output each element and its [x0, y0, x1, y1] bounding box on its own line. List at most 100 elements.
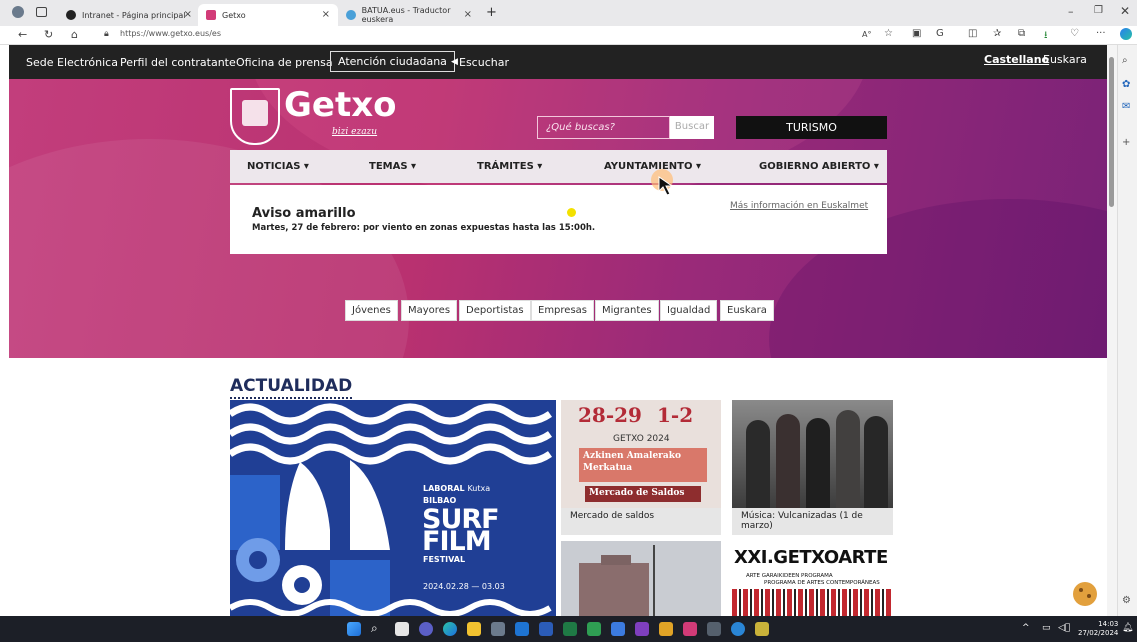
extension-icon[interactable]: ▣	[912, 28, 921, 39]
word-icon[interactable]	[539, 622, 553, 636]
audience-chip-jovenes[interactable]: Jóvenes	[345, 300, 398, 321]
euskalmet-link[interactable]: Más información en Euskalmet	[730, 201, 868, 211]
new-tab-icon[interactable]: +	[486, 5, 497, 20]
audience-chip-mayores[interactable]: Mayores	[401, 300, 458, 321]
page-scrollbar[interactable]	[1107, 45, 1117, 616]
nav-label: NOTICIAS	[247, 161, 301, 172]
collections-icon[interactable]: ⧉	[1018, 28, 1025, 39]
tab-batua[interactable]: BATUA.eus - Traductor euskera ×	[338, 4, 480, 26]
nav-tramites[interactable]: TRÁMITES ▾	[477, 161, 542, 172]
task-view-icon[interactable]	[395, 622, 409, 636]
refresh-icon[interactable]: ↻	[44, 28, 53, 41]
app-icon[interactable]	[755, 622, 769, 636]
app-icon[interactable]	[707, 622, 721, 636]
intranet-favicon	[66, 10, 76, 20]
tab-intranet[interactable]: Intranet - Página principal ×	[58, 4, 200, 26]
tab-actions-icon[interactable]	[36, 7, 47, 17]
read-aloud-icon[interactable]: A°	[862, 30, 871, 39]
sede-electronica-link[interactable]: Sede Electrónica	[26, 56, 118, 69]
card-caption[interactable]: Música: Vulcanizadas (1 de marzo)	[732, 508, 893, 535]
minimize-icon[interactable]: –	[1068, 5, 1074, 18]
notes-icon[interactable]	[611, 622, 625, 636]
home-icon[interactable]: ⌂	[71, 28, 78, 41]
windows-start-icon[interactable]	[347, 622, 361, 636]
audience-chip-euskara[interactable]: Euskara	[720, 300, 774, 321]
getxo-coat-of-arms-logo[interactable]	[230, 88, 280, 145]
favorites-icon[interactable]: ✰	[993, 28, 1001, 39]
weather-alert-box: Aviso amarillo Martes, 27 de febrero: po…	[230, 185, 887, 254]
system-clock[interactable]: 14:03 27/02/2024	[1078, 620, 1118, 638]
alert-description: Martes, 27 de febrero: por viento en zon…	[252, 223, 596, 233]
onenote-icon[interactable]	[635, 622, 649, 636]
yellow-alert-dot-icon	[567, 208, 576, 217]
profile-icon[interactable]	[12, 6, 24, 18]
split-screen-icon[interactable]: ◫	[968, 28, 977, 39]
audience-chip-deportistas[interactable]: Deportistas	[459, 300, 531, 321]
audience-chip-igualdad[interactable]: Igualdad	[660, 300, 718, 321]
back-icon[interactable]: ←	[18, 28, 27, 41]
restore-icon[interactable]: ❐	[1094, 5, 1103, 16]
display-icon[interactable]: ▭	[1042, 623, 1051, 633]
app-icon[interactable]	[491, 622, 505, 636]
outlook-icon[interactable]	[515, 622, 529, 636]
outlook-icon[interactable]: ✉	[1122, 101, 1130, 112]
turismo-button[interactable]: TURISMO	[736, 116, 887, 139]
app-icon[interactable]	[659, 622, 673, 636]
edge-icon[interactable]	[443, 622, 457, 636]
getxo-logo-text[interactable]: Getxo	[284, 85, 397, 125]
performance-icon[interactable]: ♡	[1070, 28, 1079, 39]
news-card-getxoarte[interactable]: XXI.GETXOARTE ARTE GARAIKIDEEN PROGRAMA …	[732, 541, 893, 616]
lang-castellano[interactable]: Castellano	[984, 53, 1049, 66]
excel-icon[interactable]	[563, 622, 577, 636]
app-icon[interactable]	[731, 622, 745, 636]
nav-ayuntamiento[interactable]: AYUNTAMIENTO ▾	[604, 161, 701, 172]
nav-temas[interactable]: TEMAS ▾	[369, 161, 416, 172]
close-tab-icon[interactable]: ×	[322, 9, 330, 20]
nav-gobierno-abierto[interactable]: GOBIERNO ABIERTO ▾	[759, 161, 879, 172]
favorite-star-icon[interactable]: ☆	[884, 28, 893, 39]
volume-icon[interactable]: ◁ﾞ	[1058, 623, 1070, 633]
audience-chip-empresas[interactable]: Empresas	[531, 300, 594, 321]
more-menu-icon[interactable]: ···	[1096, 28, 1106, 39]
sheets-icon[interactable]	[587, 622, 601, 636]
search-input[interactable]: ¿Qué buscas?	[537, 116, 670, 139]
lang-euskara[interactable]: Euskara	[1043, 53, 1087, 66]
perfil-contratante-link[interactable]: Perfil del contratante	[120, 56, 236, 69]
shopping-icon[interactable]: ✿	[1122, 79, 1130, 90]
search-icon[interactable]: ⌕	[371, 621, 385, 635]
teams-icon[interactable]	[419, 622, 433, 636]
scrollbar-thumb[interactable]	[1109, 57, 1114, 207]
card-caption[interactable]: Mercado de saldos	[561, 508, 721, 535]
file-explorer-icon[interactable]	[467, 622, 481, 636]
sidebar-settings-icon[interactable]: ⚙	[1122, 595, 1131, 606]
app-icon[interactable]	[683, 622, 697, 636]
clock-date: 27/02/2024	[1078, 629, 1119, 637]
downloads-icon[interactable]: ⭳	[1044, 28, 1048, 45]
search-icon[interactable]: ⌕	[1122, 55, 1128, 66]
notification-bell-icon[interactable]: 🔔︎	[1122, 623, 1133, 633]
search-button[interactable]: Buscar	[670, 116, 714, 139]
edge-sidebar: ⌕ ✿ ✉ + ⚙	[1117, 45, 1137, 616]
atencion-ciudadana-button[interactable]: Atención ciudadana	[330, 51, 455, 72]
news-card-vulcanizadas[interactable]: Música: Vulcanizadas (1 de marzo)	[732, 400, 893, 535]
tab-label: BATUA.eus - Traductor euskera	[361, 6, 451, 24]
news-card-building[interactable]	[561, 541, 721, 616]
copilot-icon[interactable]	[1120, 28, 1132, 40]
news-card-surf-film[interactable]: LABORAL Kutxa BILBAO SURF FILM FESTIVAL …	[230, 400, 556, 616]
news-card-mercado-saldos[interactable]: 28-29 1-2 GETXO 2024 Azkinen Amalerako M…	[561, 400, 721, 535]
close-window-icon[interactable]: ✕	[1120, 4, 1130, 18]
add-sidebar-app-icon[interactable]: +	[1122, 137, 1130, 148]
tray-chevron-icon[interactable]: ^	[1022, 623, 1030, 633]
tab-label: Intranet - Página principal	[82, 10, 186, 20]
close-tab-icon[interactable]: ×	[464, 9, 472, 20]
audience-chip-migrantes[interactable]: Migrantes	[595, 300, 659, 321]
tab-getxo[interactable]: Getxo ×	[198, 4, 338, 26]
nav-noticias[interactable]: NOTICIAS ▾	[247, 161, 309, 172]
close-tab-icon[interactable]: ×	[184, 9, 192, 20]
sponsor-name-b: Kutxa	[467, 484, 491, 493]
oficina-prensa-link[interactable]: Oficina de prensa	[236, 56, 333, 69]
escuchar-link[interactable]: Escuchar	[459, 56, 509, 69]
extension-g-icon[interactable]: G	[936, 28, 944, 39]
url-field[interactable]: https://www.getxo.eus/es	[120, 29, 221, 38]
cookie-settings-icon[interactable]	[1073, 582, 1097, 606]
